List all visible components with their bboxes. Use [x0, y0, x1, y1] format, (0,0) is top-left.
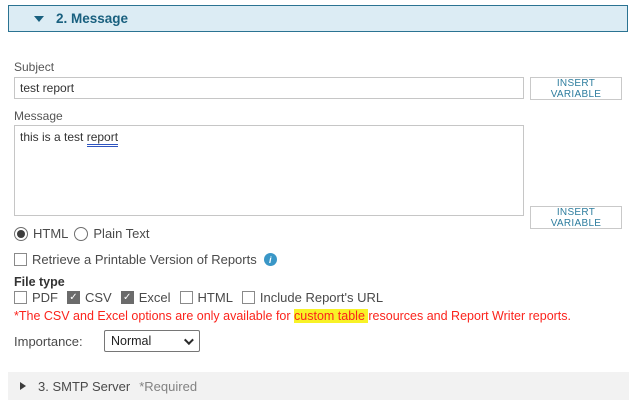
file-type-option: Excel	[120, 290, 171, 305]
importance-row: Importance: Normal	[14, 330, 200, 352]
checkbox-excel-label[interactable]: Excel	[139, 290, 171, 305]
subject-input[interactable]	[14, 77, 524, 99]
section-title-smtp: 3. SMTP Server	[38, 378, 131, 394]
file-type-option: CSV	[67, 290, 112, 305]
message-spellcheck-word: report	[86, 130, 119, 147]
checkbox-excel[interactable]	[120, 291, 134, 304]
info-icon[interactable]: i	[263, 253, 277, 266]
warning-suffix: resources and Report Writer reports.	[368, 309, 571, 323]
importance-select[interactable]: Normal	[104, 330, 200, 352]
chevron-down-icon	[183, 334, 194, 345]
printable-version-checkbox[interactable]	[14, 253, 27, 266]
file-type-options-row: PDF CSV Excel HTML Include Report's URL	[14, 290, 392, 305]
radio-plain-text-label[interactable]: Plain Text	[93, 226, 149, 241]
email-report-settings-page: 2. Message Subject INSERT VARIABLE Messa…	[0, 0, 637, 407]
radio-plain-text[interactable]	[74, 226, 89, 241]
radio-html[interactable]	[14, 226, 28, 241]
importance-label: Importance:	[14, 333, 83, 349]
printable-version-row: Retrieve a Printable Version of Reports …	[14, 252, 277, 267]
file-type-option: HTML	[179, 290, 233, 305]
checkbox-html-label[interactable]: HTML	[198, 290, 233, 305]
section-title-message: 2. Message	[56, 11, 129, 26]
chevron-down-icon[interactable]	[34, 15, 44, 22]
message-text: this is a test	[20, 130, 87, 144]
checkbox-include-report-url[interactable]	[241, 291, 255, 304]
warning-prefix: *The CSV and Excel options are only avai…	[14, 309, 295, 323]
csv-excel-warning: *The CSV and Excel options are only avai…	[14, 309, 571, 323]
checkbox-csv[interactable]	[67, 291, 80, 304]
file-type-label: File type	[14, 275, 65, 289]
checkbox-pdf[interactable]	[14, 291, 27, 304]
section-header-message[interactable]: 2. Message	[8, 5, 628, 32]
file-type-option: Include Report's URL	[241, 290, 383, 305]
section-header-smtp[interactable]: 3. SMTP Server *Required	[8, 372, 629, 400]
checkbox-pdf-label[interactable]: PDF	[32, 290, 58, 305]
file-type-option: PDF	[14, 290, 58, 305]
chevron-right-icon[interactable]	[20, 382, 26, 390]
subject-label: Subject	[14, 60, 55, 74]
warning-highlighted: custom table	[294, 309, 369, 323]
printable-version-label[interactable]: Retrieve a Printable Version of Reports	[32, 252, 257, 267]
message-textarea[interactable]: this is a test report	[14, 125, 524, 216]
checkbox-csv-label[interactable]: CSV	[85, 290, 112, 305]
checkbox-html[interactable]	[179, 291, 193, 304]
radio-html-label[interactable]: HTML	[33, 226, 68, 241]
importance-selected-value: Normal	[111, 334, 152, 348]
format-radio-group: HTML Plain Text	[14, 226, 150, 241]
checkbox-include-report-url-label[interactable]: Include Report's URL	[260, 290, 383, 305]
insert-variable-message-button[interactable]: INSERT VARIABLE	[530, 206, 622, 229]
message-label: Message	[14, 109, 63, 123]
insert-variable-subject-button[interactable]: INSERT VARIABLE	[530, 77, 622, 100]
smtp-required-badge: *Required	[139, 378, 198, 394]
